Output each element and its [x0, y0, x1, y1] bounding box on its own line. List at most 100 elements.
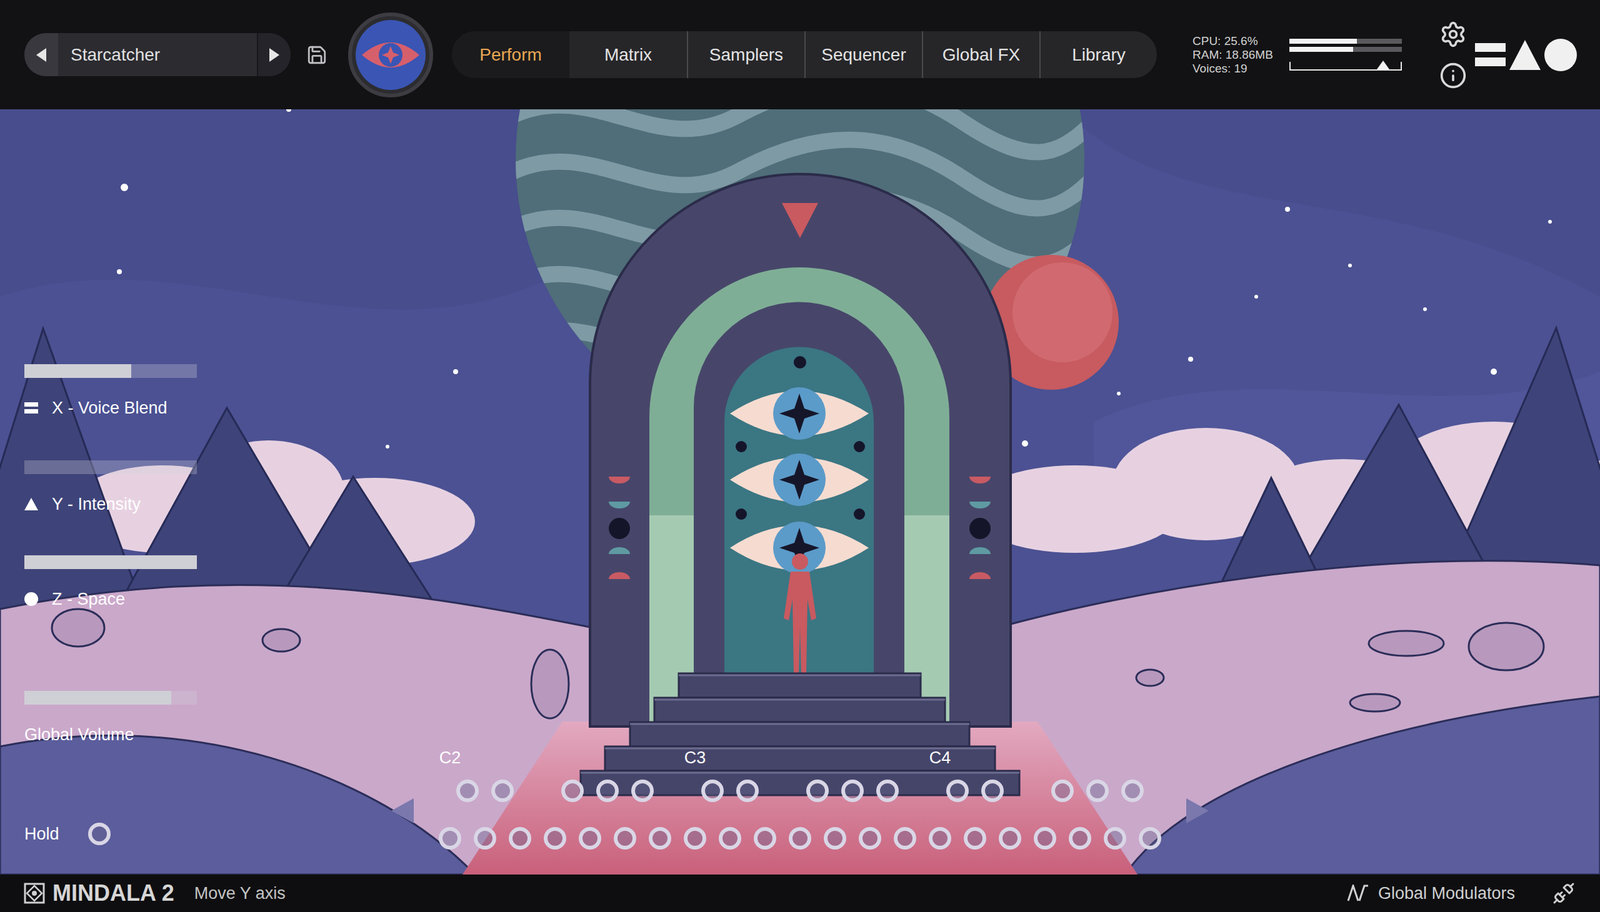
- perform-scene: X - Voice Blend Y - Intensity Z - Space Glo…: [0, 109, 1600, 875]
- right-arrow-icon: [269, 48, 280, 62]
- octave-label: C3: [677, 748, 713, 769]
- brand-logo: [1475, 38, 1577, 72]
- white-key[interactable]: [473, 827, 497, 850]
- macro-slider[interactable]: [24, 364, 197, 379]
- white-key[interactable]: [823, 827, 847, 850]
- tab[interactable]: Library: [1039, 31, 1157, 79]
- white-key[interactable]: [438, 827, 462, 850]
- macro-control: Z - Space: [24, 555, 207, 610]
- macro-slider[interactable]: [24, 555, 197, 570]
- ram-reading: RAM: 18.86MB: [1192, 48, 1274, 62]
- wave-icon: [1346, 885, 1370, 903]
- brand-name: MINDALA 2: [52, 881, 175, 907]
- white-key[interactable]: [788, 827, 812, 850]
- hint-text: Move Y axis: [194, 881, 286, 907]
- hold-toggle[interactable]: [88, 823, 111, 846]
- black-key[interactable]: [631, 780, 654, 803]
- scene-illustration: [0, 109, 1600, 875]
- black-key[interactable]: [1121, 780, 1144, 803]
- macro-panel: X - Voice Blend Y - Intensity Z - Space Glo…: [0, 109, 207, 875]
- black-key[interactable]: [981, 780, 1004, 803]
- keyboard-right-arrow-icon[interactable]: [1186, 798, 1209, 824]
- octave-label: C2: [432, 748, 468, 769]
- white-key[interactable]: [508, 827, 532, 850]
- tab[interactable]: Perform: [451, 31, 570, 79]
- mindala-logo-icon: [23, 883, 45, 905]
- tab[interactable]: Samplers: [686, 31, 805, 79]
- macro-slider[interactable]: [24, 460, 197, 475]
- black-key[interactable]: [596, 780, 619, 803]
- white-key[interactable]: [718, 827, 742, 850]
- circle-icon: [1544, 38, 1577, 72]
- white-keys: [432, 827, 1168, 850]
- prev-preset-button[interactable]: [24, 33, 59, 77]
- macro-slider[interactable]: [24, 691, 197, 705]
- bars-icon: [1475, 43, 1506, 67]
- macro-control: Global Volume: [24, 691, 207, 745]
- triangle-icon: [24, 498, 39, 511]
- status-bar: MINDALA 2 Move Y axis Global Modulators: [0, 875, 1600, 912]
- performance-stats: CPU: 25.6%RAM: 18.86MBVoices: 19: [1192, 34, 1274, 76]
- white-key[interactable]: [753, 827, 777, 850]
- black-key[interactable]: [1086, 780, 1109, 803]
- black-key[interactable]: [946, 780, 969, 803]
- white-key[interactable]: [683, 827, 707, 850]
- white-key[interactable]: [543, 827, 567, 850]
- black-keys: [432, 780, 1168, 803]
- tab[interactable]: Matrix: [569, 31, 687, 79]
- black-key[interactable]: [456, 780, 479, 803]
- white-key[interactable]: [963, 827, 987, 850]
- macro-label: Z - Space: [24, 589, 207, 610]
- white-key[interactable]: [1138, 827, 1162, 850]
- black-key[interactable]: [701, 780, 724, 803]
- top-bar: Starcatcher PerformMatrixSamplersSequence…: [0, 0, 1600, 110]
- white-key[interactable]: [578, 827, 602, 850]
- triangle-icon: [1509, 40, 1541, 70]
- white-key[interactable]: [928, 827, 952, 850]
- white-key[interactable]: [858, 827, 882, 850]
- black-key[interactable]: [736, 780, 759, 803]
- macro-control: X - Voice Blend: [24, 364, 207, 419]
- white-key[interactable]: [998, 827, 1022, 850]
- black-key[interactable]: [561, 780, 584, 803]
- macro-label: Global Volume: [24, 725, 207, 745]
- left-arrow-icon: [36, 48, 47, 62]
- macro-control: Y - Intensity: [24, 460, 207, 515]
- black-key[interactable]: [491, 780, 514, 803]
- black-key[interactable]: [806, 780, 829, 803]
- black-key[interactable]: [876, 780, 899, 803]
- hold-control: Hold: [24, 823, 207, 846]
- keyboard-area: C2C3C4: [206, 109, 1394, 875]
- preset-name[interactable]: Starcatcher: [58, 41, 257, 69]
- global-modulators-button[interactable]: Global Modulators: [1346, 881, 1515, 907]
- black-key[interactable]: [1051, 780, 1074, 803]
- white-key[interactable]: [893, 827, 917, 850]
- white-key[interactable]: [613, 827, 637, 850]
- output-slider[interactable]: [1289, 61, 1402, 71]
- eye-icon: [360, 37, 421, 73]
- tab[interactable]: Global FX: [921, 31, 1040, 79]
- unplug-icon[interactable]: [1552, 882, 1575, 905]
- level-meter: [1289, 46, 1402, 52]
- black-key[interactable]: [841, 780, 864, 803]
- gear-icon[interactable]: [1439, 20, 1467, 49]
- white-key[interactable]: [1068, 827, 1092, 850]
- white-key[interactable]: [648, 827, 672, 850]
- keyboard: C2C3C4: [432, 748, 1168, 850]
- save-button[interactable]: [304, 42, 330, 68]
- mindala-eye-logo[interactable]: [348, 12, 434, 98]
- output-meters: [1289, 38, 1402, 71]
- mindala-app: Starcatcher PerformMatrixSamplersSequence…: [0, 0, 1600, 912]
- circle-icon: [24, 592, 39, 607]
- bars-icon: [24, 402, 39, 414]
- next-preset-button[interactable]: [256, 33, 291, 77]
- white-key[interactable]: [1103, 827, 1127, 850]
- output-marker-icon: [1376, 60, 1390, 70]
- keyboard-left-arrow-icon[interactable]: [391, 798, 414, 824]
- tab[interactable]: Sequencer: [804, 31, 922, 79]
- settings-column: [1439, 20, 1467, 90]
- info-icon[interactable]: [1439, 61, 1467, 90]
- save-icon: [306, 44, 328, 66]
- preset-selector[interactable]: Starcatcher: [24, 33, 291, 77]
- white-key[interactable]: [1033, 827, 1057, 850]
